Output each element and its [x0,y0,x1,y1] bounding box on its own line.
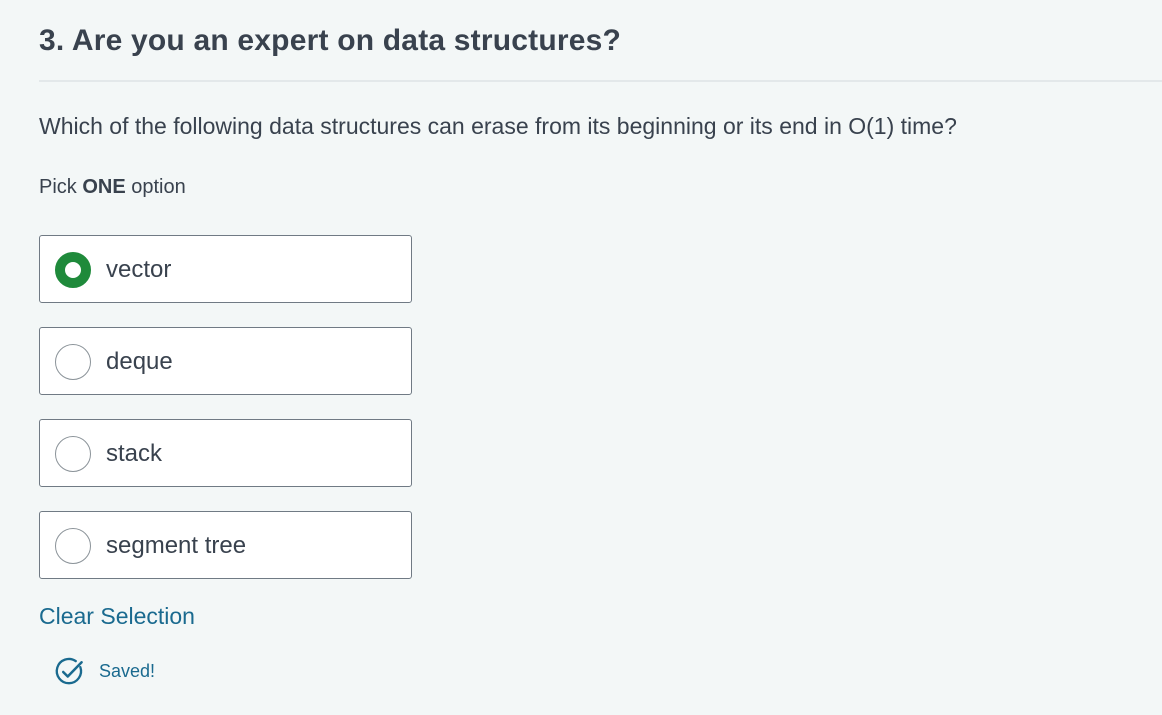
option-label: segment tree [106,532,247,559]
option-segment-tree[interactable]: segment tree [39,511,412,579]
option-vector[interactable]: vector [39,235,412,303]
question-title: 3. Are you an expert on data structures? [39,24,622,57]
option-label: deque [106,348,173,375]
radio-unselected-icon[interactable] [55,528,91,564]
question-text: Which of the following data structures c… [39,113,957,139]
option-stack[interactable]: stack [39,419,412,487]
radio-unselected-icon[interactable] [55,436,91,472]
option-deque[interactable]: deque [39,327,412,395]
instruction-suffix: option [125,176,186,198]
check-circle-icon [55,657,83,684]
option-label: vector [106,256,172,283]
instruction-emphasis: ONE [82,176,126,198]
question-header: 3. Are you an expert on data structures? [39,0,1162,82]
radio-unselected-icon[interactable] [55,344,91,380]
saved-label: Saved! [99,660,156,681]
option-label: stack [106,440,163,467]
clear-selection-link[interactable]: Clear Selection [39,603,195,630]
radio-selected-icon[interactable] [55,252,91,288]
saved-status: Saved! [54,655,155,687]
pick-instruction: Pick ONE option [39,176,186,199]
instruction-prefix: Pick [39,176,83,198]
